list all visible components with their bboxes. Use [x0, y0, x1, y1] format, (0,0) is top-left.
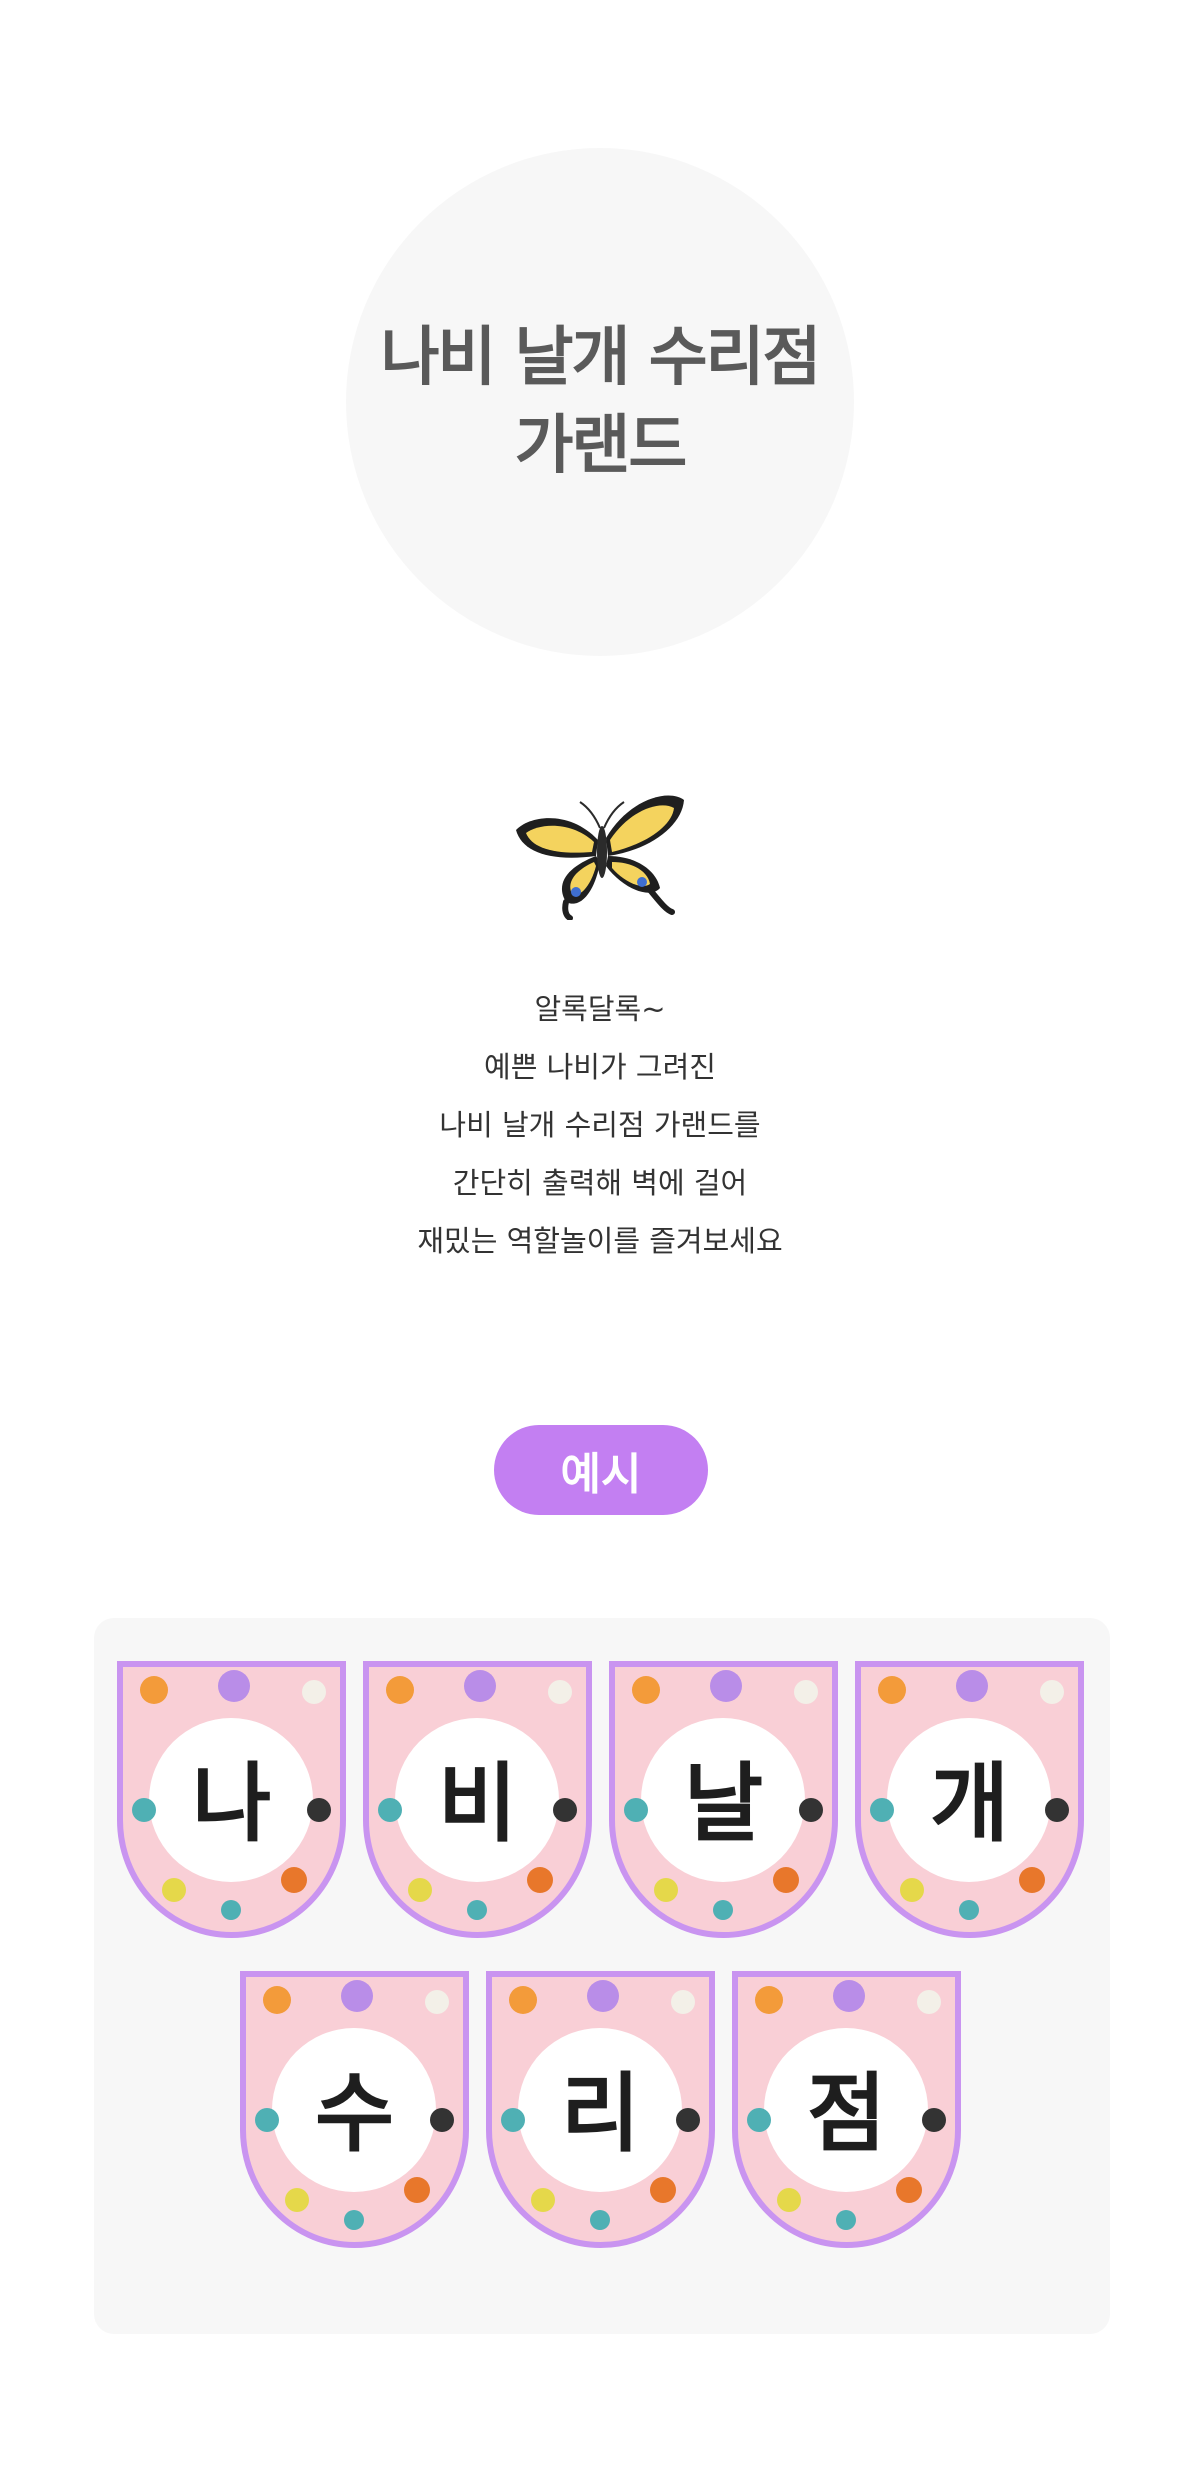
pennant-su: 수: [237, 1970, 472, 2255]
pennant-letter: 나: [191, 1753, 272, 1854]
pennant-letter: 점: [806, 2063, 887, 2164]
pennant-ri: 리: [483, 1970, 718, 2255]
example-panel: 나 비 날 개 수 리 점: [94, 1618, 1110, 2334]
title-line-1: 나비 날개 수리점: [380, 321, 822, 395]
pennant-nal: 날: [606, 1660, 841, 1945]
pennant-letter: 개: [929, 1753, 1010, 1854]
pennant-jeom: 점: [729, 1970, 964, 2255]
pennant-gae: 개: [852, 1660, 1087, 1945]
pennant-letter: 비: [437, 1753, 518, 1854]
example-badge: 예시: [494, 1425, 708, 1515]
description-line: 나비 날개 수리점 가랜드를: [439, 1108, 761, 1142]
hero-circle: 나비 날개 수리점 가랜드: [346, 148, 854, 656]
pennant-bi: 비: [360, 1660, 595, 1945]
description-line: 재밌는 역할놀이를 즐겨보세요: [417, 1224, 783, 1258]
butterfly-icon: [510, 770, 690, 921]
pennant-na: 나: [114, 1660, 349, 1945]
description-line: 알록달록~: [534, 992, 666, 1026]
pennant-letter: 수: [314, 2063, 395, 2164]
pennant-letter: 날: [683, 1753, 764, 1854]
description-line: 간단히 출력해 벽에 걸어: [452, 1166, 748, 1200]
description-line: 예쁜 나비가 그려진: [484, 1050, 716, 1084]
pennant-letter: 리: [560, 2063, 641, 2164]
description-text: 알록달록~ 예쁜 나비가 그려진 나비 날개 수리점 가랜드를 간단히 출력해 …: [0, 980, 1200, 1270]
title-line-2: 가랜드: [514, 409, 688, 483]
page-title: 나비 날개 수리점 가랜드: [380, 314, 822, 490]
